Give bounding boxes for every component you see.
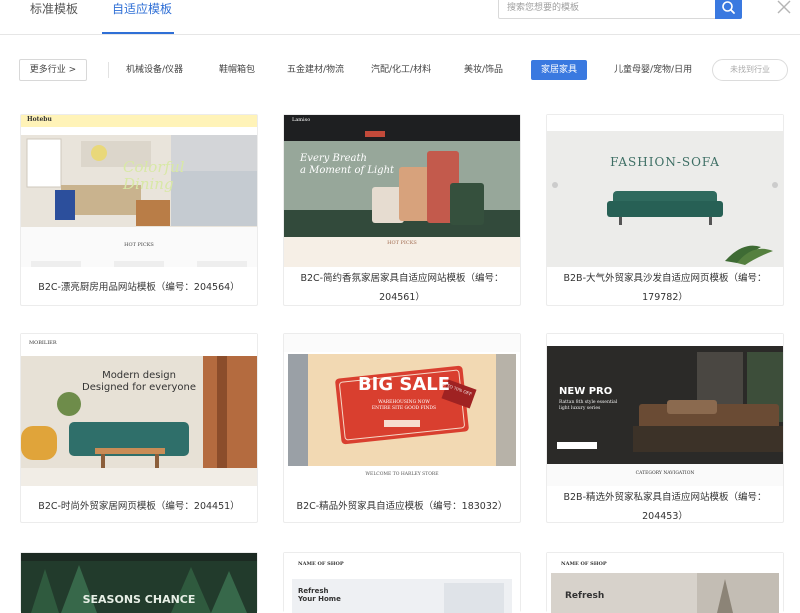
thumb-section-label: HOT PICKS	[124, 242, 154, 248]
thumb-brand: Hotebu	[27, 116, 52, 123]
thumb-brand: NAME OF SHOP	[561, 561, 607, 567]
category-machinery[interactable]: 机械设备/仪器	[126, 60, 183, 80]
search-input[interactable]	[507, 0, 707, 16]
template-thumbnail[interactable]: Hotebu Colorful Dining HOT PICKS	[21, 115, 257, 267]
template-card[interactable]: NEW PRO Rattan 8th style essential light…	[546, 333, 784, 523]
template-title[interactable]: B2C-简约香氛家居家具自适应网站模板（编号：204561）	[292, 269, 512, 307]
template-thumbnail[interactable]: MOBILIER Modern design Designed for ever…	[21, 334, 257, 486]
thumb-hero-text: Every Breath a Moment of Light	[300, 153, 395, 176]
top-bar: 标准模板 自适应模板	[0, 0, 800, 35]
search-button[interactable]	[715, 0, 742, 19]
category-auto-chemical[interactable]: 汽配/化工/材料	[371, 60, 431, 80]
category-bar: 更多行业 > 机械设备/仪器 鞋帽箱包 五金建材/物流 汽配/化工/材料 美妆/…	[0, 56, 800, 82]
template-card[interactable]: SEASONS CHANCE	[20, 552, 258, 613]
thumb-hero-text: NEW PRO	[559, 386, 613, 397]
thumb-brand: NAME OF SHOP	[298, 561, 344, 567]
template-card[interactable]: Hotebu Colorful Dining HOT PICKS B2C-漂亮厨…	[20, 114, 258, 306]
category-home-furniture[interactable]: 家居家具	[531, 60, 588, 80]
template-card[interactable]: NAME OF SHOP Refresh Your Home	[283, 552, 521, 613]
template-title[interactable]: B2B-精选外贸家私家具自适应网站模板（编号：204453）	[555, 488, 775, 526]
template-card[interactable]: BIG SALE WAREHOUSING NOW ENTIRE SITE GOO…	[283, 333, 521, 523]
template-card[interactable]: Lamiso Every Breath a Moment of Light HO…	[283, 114, 521, 306]
category-shoes-bags[interactable]: 鞋帽箱包	[219, 60, 255, 80]
thumb-sub-text: WAREHOUSING NOW ENTIRE SITE GOOD FINDS	[371, 400, 437, 411]
search-box	[498, 0, 742, 19]
close-icon	[777, 0, 791, 14]
thumb-footer-text: WELCOME TO HARLEY STORE	[365, 472, 439, 477]
more-industries-button[interactable]: 更多行业 >	[19, 59, 87, 81]
template-title[interactable]: B2B-大气外贸家具沙发自适应网页模板（编号：179782）	[555, 269, 775, 307]
template-thumbnail[interactable]: BIG SALE WAREHOUSING NOW ENTIRE SITE GOO…	[284, 334, 520, 486]
category-baby-pets[interactable]: 儿童母婴/宠物/日用	[614, 60, 692, 80]
thumb-hero-text: FASHION-SOFA	[610, 155, 720, 169]
living-room-preview-image	[21, 334, 257, 486]
thumb-brand: MOBILIER	[29, 340, 57, 346]
thumb-hero-text: Refresh Your Home	[298, 587, 341, 603]
active-tab-indicator	[102, 32, 174, 34]
search-icon	[722, 1, 735, 14]
thumb-section-label: CATEGORY NAVIGATION	[635, 471, 695, 476]
divider	[108, 62, 109, 78]
template-thumbnail[interactable]: SEASONS CHANCE	[21, 553, 257, 613]
thumb-hero-text: Modern design Designed for everyone	[82, 370, 196, 393]
template-thumbnail[interactable]: NAME OF SHOP Refresh Your Home	[284, 553, 520, 613]
template-thumbnail[interactable]: Lamiso Every Breath a Moment of Light HO…	[284, 115, 520, 267]
category-hardware[interactable]: 五金建材/物流	[287, 60, 344, 80]
template-thumbnail[interactable]: FASHION-SOFA	[547, 115, 783, 267]
category-beauty[interactable]: 美妆/饰品	[464, 60, 503, 80]
template-thumbnail[interactable]: NAME OF SHOP Refresh	[547, 553, 783, 613]
thumb-hero-text: Colorful Dining	[123, 158, 185, 193]
template-card[interactable]: FASHION-SOFA B2B-大气外贸家具沙发自适应网页模板（编号：1797…	[546, 114, 784, 306]
template-title[interactable]: B2C-时尚外贸家居网页模板（编号：204451）	[29, 497, 249, 516]
thumb-brand: Lamiso	[292, 117, 311, 123]
template-title[interactable]: B2C-精品外贸家具自适应模板（编号：183032）	[292, 497, 512, 516]
template-title[interactable]: B2C-漂亮厨房用品网站模板（编号：204564）	[29, 278, 249, 297]
sofa-preview-image	[547, 115, 783, 267]
tab-standard-templates[interactable]: 标准模板	[30, 0, 78, 35]
thumb-sub-text: Rattan 8th style essential light luxury …	[559, 400, 618, 411]
close-button[interactable]	[776, 0, 792, 15]
template-card[interactable]: NAME OF SHOP Refresh	[546, 552, 784, 613]
template-thumbnail[interactable]: NEW PRO Rattan 8th style essential light…	[547, 334, 783, 486]
template-card[interactable]: MOBILIER Modern design Designed for ever…	[20, 333, 258, 523]
thumb-section-label: HOT PICKS	[387, 240, 417, 246]
tab-responsive-templates[interactable]: 自适应模板	[112, 0, 172, 35]
industry-not-found-button[interactable]: 未找到行业	[712, 59, 788, 81]
